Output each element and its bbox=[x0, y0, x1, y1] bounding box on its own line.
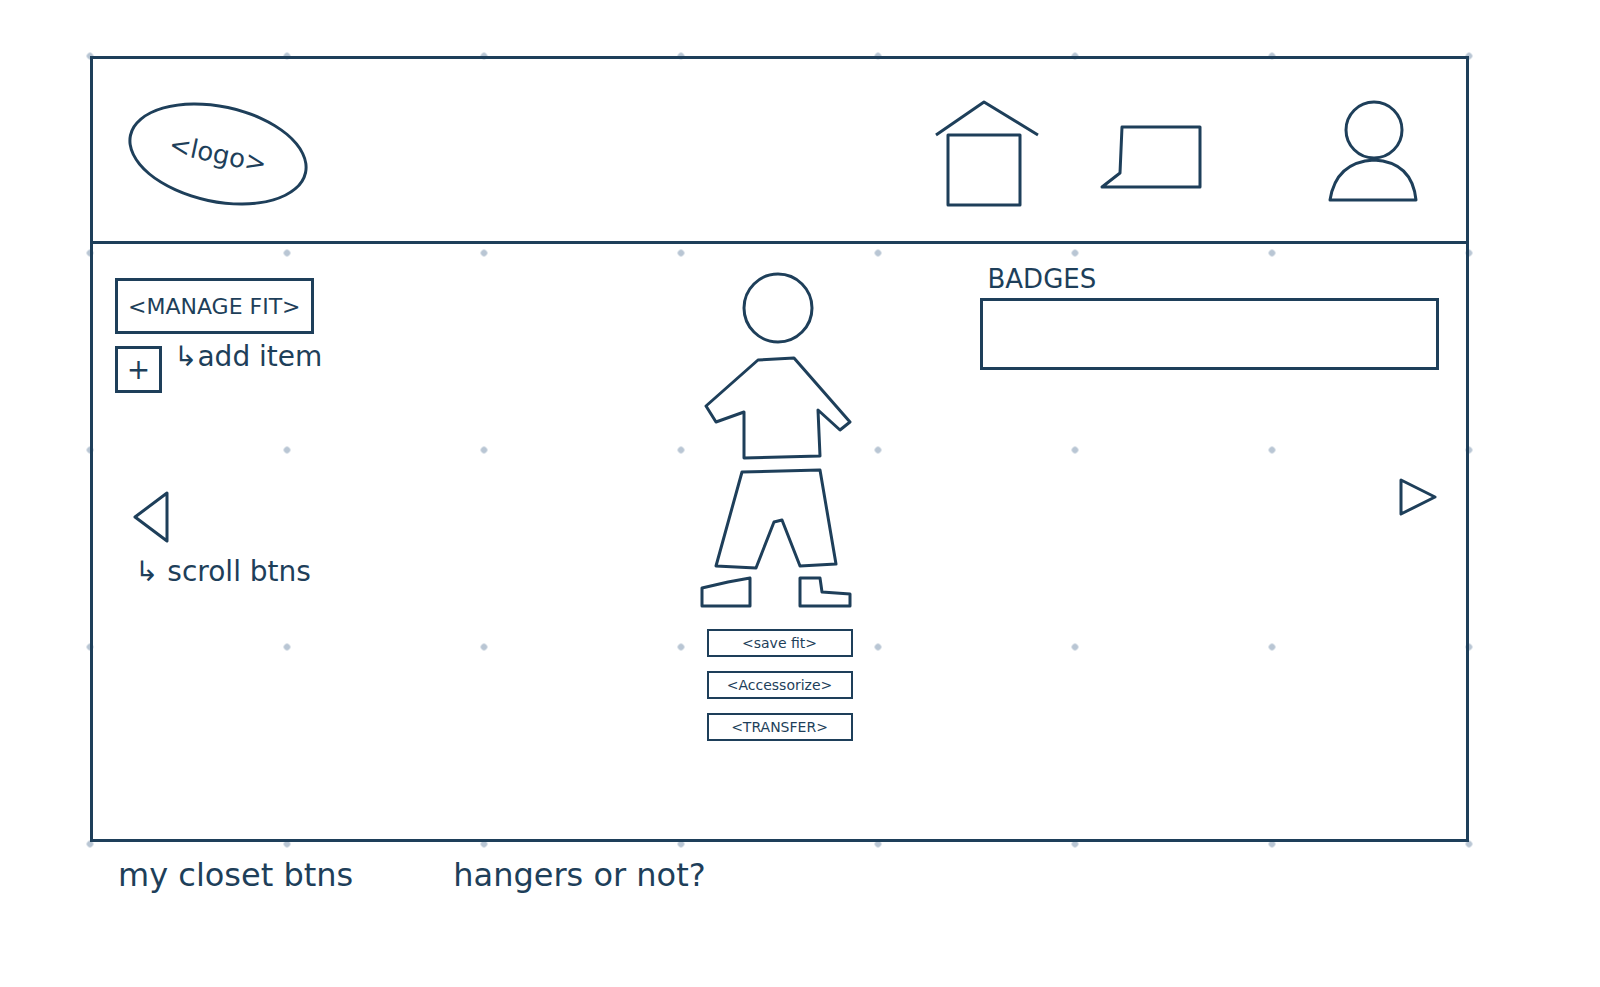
action-button[interactable]: <Accessorize> bbox=[707, 671, 853, 699]
action-button[interactable]: <TRANSFER> bbox=[707, 713, 853, 741]
header: <logo> bbox=[93, 59, 1466, 244]
closet-area: <MANAGE FIT> + ↳add item ↳ scroll btns <… bbox=[93, 244, 1466, 839]
home-icon[interactable] bbox=[934, 99, 1042, 209]
notes-row: my closet btns hangers or not? bbox=[90, 842, 1600, 894]
add-item-note: ↳add item bbox=[174, 340, 322, 373]
app-frame: <logo> <MANAGE FIT> + ↳add item ↳ scroll… bbox=[90, 56, 1469, 842]
wireframe-page: <logo> <MANAGE FIT> + ↳add item ↳ scroll… bbox=[0, 0, 1600, 987]
note: hangers or not? bbox=[453, 856, 705, 894]
note: my closet btns bbox=[118, 856, 353, 894]
action-list: <save fit> <Accessorize> <TRANSFER> bbox=[707, 629, 853, 741]
scroll-note: ↳ scroll btns bbox=[135, 555, 311, 588]
add-item-button[interactable]: + bbox=[115, 346, 162, 393]
manage-fit-button[interactable]: <MANAGE FIT> bbox=[115, 278, 314, 334]
add-item-row: + ↳add item bbox=[115, 346, 322, 393]
chat-icon[interactable] bbox=[1100, 125, 1204, 191]
left-column: <MANAGE FIT> + ↳add item ↳ scroll btns bbox=[93, 244, 700, 839]
logo[interactable]: <logo> bbox=[119, 87, 317, 221]
scroll-left-icon[interactable] bbox=[131, 489, 171, 545]
right-column: BADGES bbox=[860, 244, 1467, 839]
badges-box bbox=[980, 298, 1440, 370]
action-button[interactable]: <save fit> bbox=[707, 629, 853, 657]
outfit-figure-icon bbox=[700, 272, 860, 617]
outfit-column: <save fit> <Accessorize> <TRANSFER> bbox=[700, 244, 860, 839]
profile-icon[interactable] bbox=[1326, 100, 1420, 204]
scroll-right-icon[interactable] bbox=[1397, 476, 1439, 518]
badges-title: BADGES bbox=[988, 264, 1440, 294]
